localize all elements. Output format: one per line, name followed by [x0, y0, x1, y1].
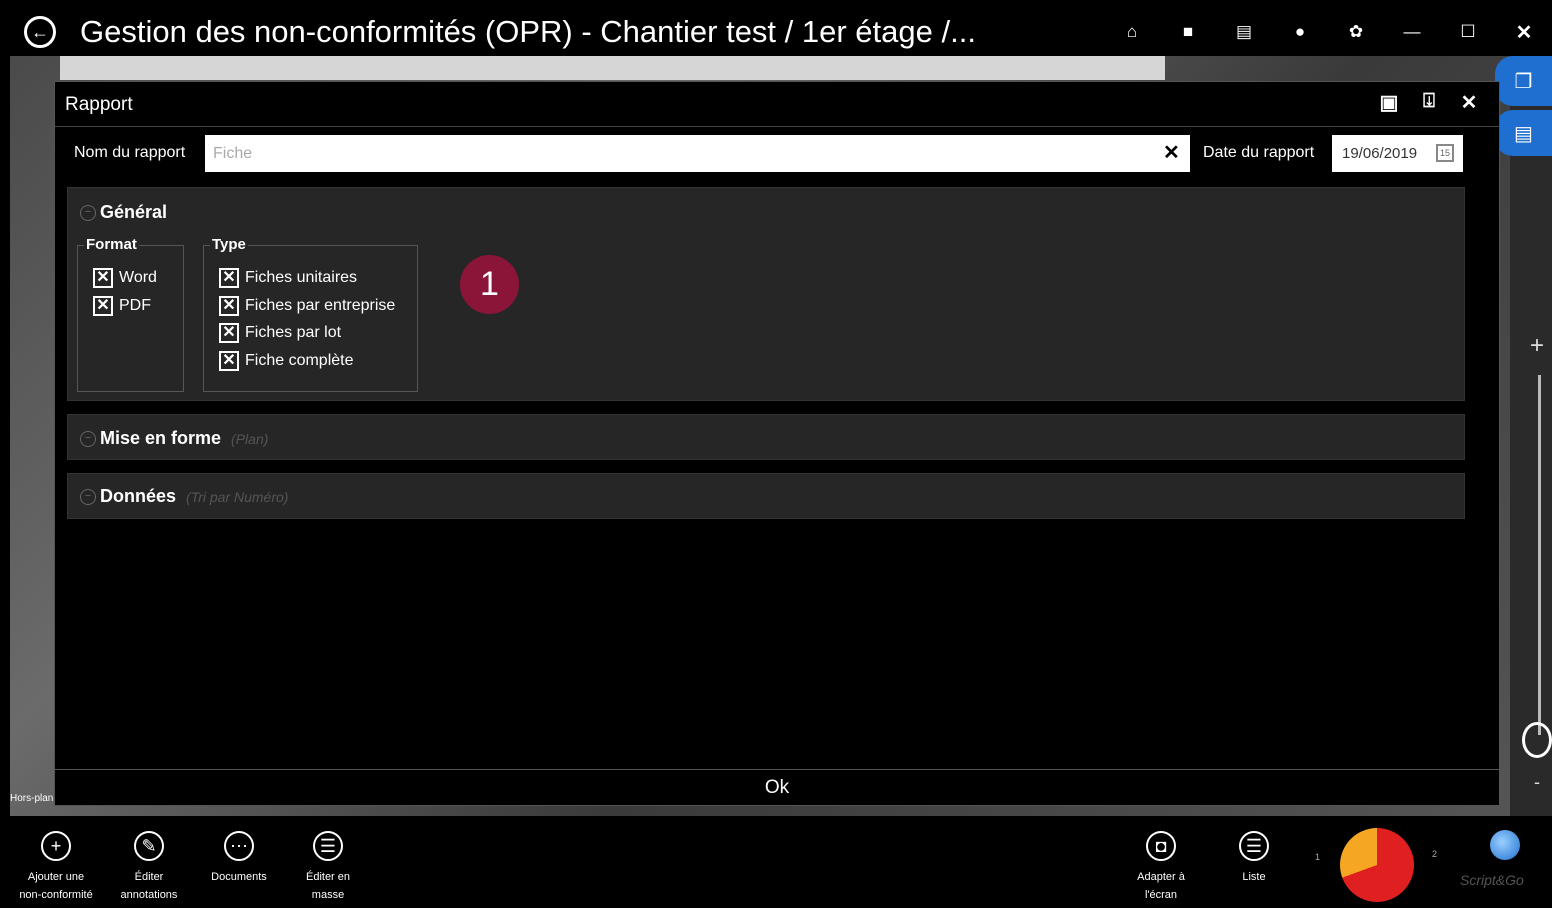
format-legend: Format: [84, 236, 139, 253]
button-label: Liste: [1242, 871, 1266, 883]
section-mise-en-forme[interactable]: − Mise en forme (Plan): [67, 414, 1465, 460]
checkbox-checked-icon[interactable]: ✕: [219, 351, 239, 371]
fit-screen-icon: ◘: [1146, 831, 1176, 861]
section-title: Mise en forme: [100, 428, 222, 448]
section-title: Données: [100, 486, 177, 506]
zoom-slider-track[interactable]: [1538, 375, 1541, 735]
more-icon: ⋯: [224, 831, 254, 861]
collapse-icon[interactable]: −: [80, 430, 96, 447]
option-label: Word: [119, 269, 157, 286]
user-icon[interactable]: ●: [1272, 22, 1328, 42]
format-option-word[interactable]: ✕ Word: [93, 268, 157, 288]
bulk-edit-button[interactable]: ☰ Éditer en masse: [278, 816, 378, 904]
section-donnees[interactable]: − Données (Tri par Numéro): [67, 473, 1465, 519]
documents-button[interactable]: ⋯ Documents: [189, 816, 289, 887]
plan-strip: [60, 56, 1165, 80]
type-group: Type ✕ Fiches unitaires ✕ Fiches par ent…: [203, 236, 418, 392]
fit-screen-button[interactable]: ◘ Adapter à l'écran: [1111, 816, 1211, 904]
brand-logo: Script&Go: [1460, 872, 1524, 888]
section-title: Général: [100, 202, 168, 222]
format-option-pdf[interactable]: ✕ PDF: [93, 296, 151, 316]
title-bar: ← Gestion des non-conformités (OPR) - Ch…: [10, 8, 1552, 56]
list-icon: ☰: [1239, 831, 1269, 861]
collapse-icon[interactable]: −: [80, 204, 96, 221]
home-icon[interactable]: ⌂: [1104, 22, 1160, 42]
report-name-label: Nom du rapport: [74, 144, 186, 161]
option-label: Fiches unitaires: [245, 269, 358, 286]
report-date-value: 19/06/2019: [1342, 145, 1418, 162]
close-icon[interactable]: ✕: [1496, 20, 1552, 45]
document-icon[interactable]: ▤: [1216, 22, 1272, 42]
close-icon[interactable]: ✕: [1449, 90, 1489, 115]
zoom-out-icon[interactable]: -: [1534, 772, 1540, 793]
back-arrow-icon[interactable]: ←: [24, 16, 56, 48]
checkbox-checked-icon[interactable]: ✕: [93, 268, 113, 288]
folder-icon[interactable]: ■: [1160, 22, 1216, 42]
type-option[interactable]: ✕ Fiches par lot: [219, 323, 341, 343]
report-date-label: Date du rapport: [1203, 144, 1315, 161]
notes-icon[interactable]: ▤: [1495, 110, 1552, 156]
type-option[interactable]: ✕ Fiche complète: [219, 351, 354, 371]
option-label: Fiches par entreprise: [245, 297, 396, 314]
zoom-in-icon[interactable]: +: [1530, 332, 1544, 360]
globe-icon[interactable]: [1490, 830, 1520, 860]
minimize-icon[interactable]: —: [1384, 22, 1440, 42]
pie-label: 2: [1432, 849, 1438, 859]
pin-icon[interactable]: ⍗: [1409, 90, 1449, 115]
pie-label: 1: [1315, 852, 1321, 862]
format-group: Format ✕ Word ✕ PDF: [77, 236, 184, 392]
hors-plan-label: Hors-plan: [10, 793, 54, 804]
plus-circle-icon: +: [41, 831, 71, 861]
section-general: − Général Format ✕ Word ✕ PDF Type ✕ Fic…: [67, 187, 1465, 401]
button-label: Adapter à l'écran: [1137, 871, 1185, 901]
maximize-icon[interactable]: ☐: [1440, 22, 1496, 42]
checkbox-checked-icon[interactable]: ✕: [219, 268, 239, 288]
window-title: Gestion des non-conformités (OPR) - Chan…: [80, 14, 976, 49]
save-icon[interactable]: ▣: [1369, 90, 1409, 115]
button-label: Ajouter une non-conformité: [19, 871, 93, 901]
collapse-icon[interactable]: −: [80, 488, 96, 505]
step-callout-badge: 1: [460, 255, 519, 314]
zoom-slider-handle[interactable]: [1522, 722, 1552, 758]
button-label: Documents: [211, 871, 267, 883]
option-label: PDF: [119, 297, 151, 314]
bottom-toolbar: + Ajouter une non-conformité ✎ Éditer an…: [10, 816, 1552, 908]
edit-icon: ✎: [134, 831, 164, 861]
list-button[interactable]: ☰ Liste: [1204, 816, 1304, 887]
checkbox-checked-icon[interactable]: ✕: [93, 296, 113, 316]
add-nonconformity-button[interactable]: + Ajouter une non-conformité: [6, 816, 106, 904]
ok-button[interactable]: Ok: [55, 769, 1499, 806]
button-label: Éditer annotations: [120, 871, 178, 901]
list-icon: ☰: [313, 831, 343, 861]
button-label: Éditer en masse: [305, 871, 351, 901]
dialog-title: Rapport: [65, 94, 133, 115]
gear-icon[interactable]: ✿: [1328, 22, 1384, 42]
type-legend: Type: [210, 236, 248, 253]
option-label: Fiche complète: [245, 352, 354, 369]
calendar-icon[interactable]: 15: [1436, 144, 1454, 162]
clear-icon[interactable]: ✕: [1163, 140, 1180, 165]
layers-icon[interactable]: ❐: [1495, 56, 1552, 106]
option-label: Fiches par lot: [245, 324, 342, 341]
report-dialog: Rapport ▣ ⍗ ✕ Nom du rapport ✕ Date du r…: [54, 81, 1500, 806]
checkbox-checked-icon[interactable]: ✕: [219, 323, 239, 343]
type-option[interactable]: ✕ Fiches par entreprise: [219, 296, 395, 316]
checkbox-checked-icon[interactable]: ✕: [219, 296, 239, 316]
edit-annotations-button[interactable]: ✎ Éditer annotations: [99, 816, 199, 904]
section-subtitle: (Tri par Numéro): [186, 488, 289, 505]
type-option[interactable]: ✕ Fiches unitaires: [219, 268, 357, 288]
dialog-header: Rapport ▣ ⍗ ✕: [55, 82, 1499, 127]
title-icons: ⌂ ■ ▤ ● ✿ — ☐ ✕: [1104, 8, 1552, 56]
section-general-header[interactable]: − Général: [80, 202, 167, 223]
section-subtitle: (Plan): [231, 430, 269, 447]
report-name-input[interactable]: [205, 135, 1190, 172]
status-pie-chart[interactable]: [1340, 828, 1414, 902]
right-rail: [1510, 56, 1552, 816]
